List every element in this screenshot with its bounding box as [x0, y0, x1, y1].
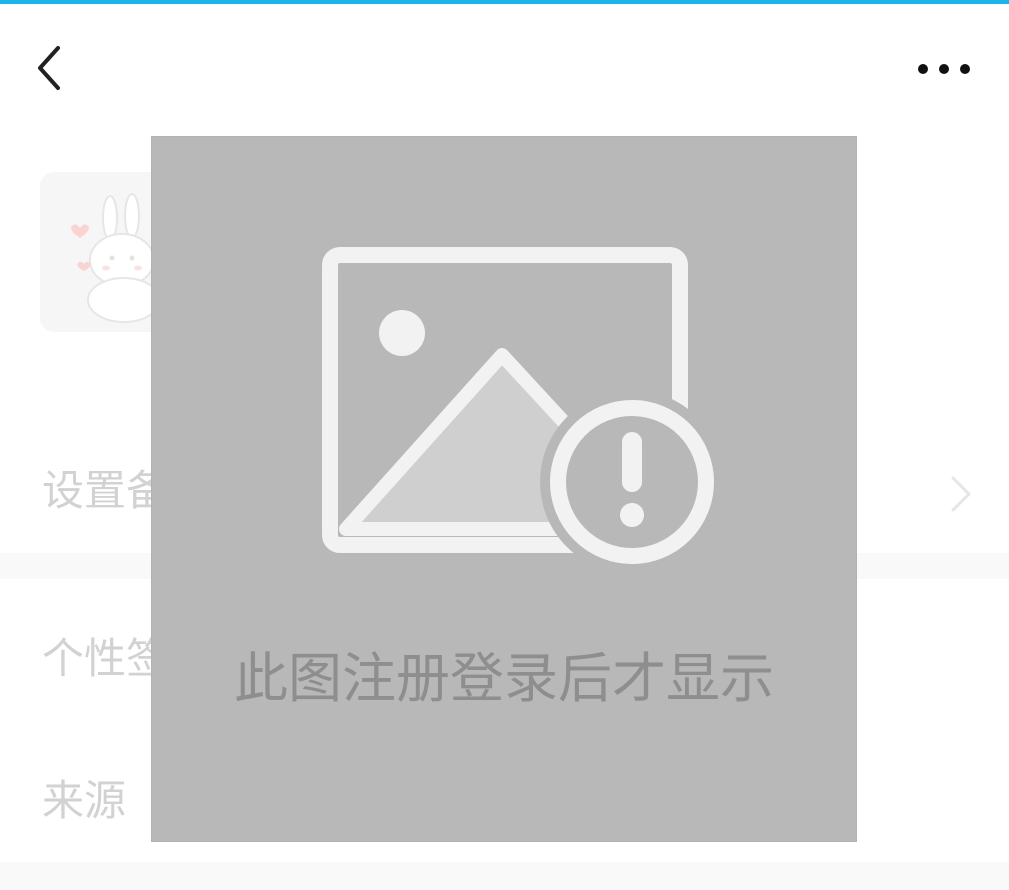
- signature-label: 个性签: [42, 634, 169, 683]
- back-button[interactable]: [22, 40, 78, 96]
- login-required-message: 此图注册登录后才显示: [234, 647, 774, 710]
- chevron-right-icon: [951, 476, 971, 512]
- more-horizontal-icon: [918, 64, 970, 74]
- navbar: [0, 4, 1009, 124]
- profile-page: 设置备 个性签 来源 此图注册登录后才显示: [0, 0, 1009, 890]
- image-placeholder-overlay: 此图注册登录后才显示: [151, 136, 857, 842]
- set-remark-label: 设置备: [42, 466, 169, 515]
- chevron-left-icon: [38, 46, 60, 90]
- bottom-section-divider: [0, 862, 1009, 890]
- more-options-button[interactable]: [906, 44, 982, 94]
- source-label: 来源: [42, 776, 127, 825]
- image-error-icon: [322, 247, 724, 574]
